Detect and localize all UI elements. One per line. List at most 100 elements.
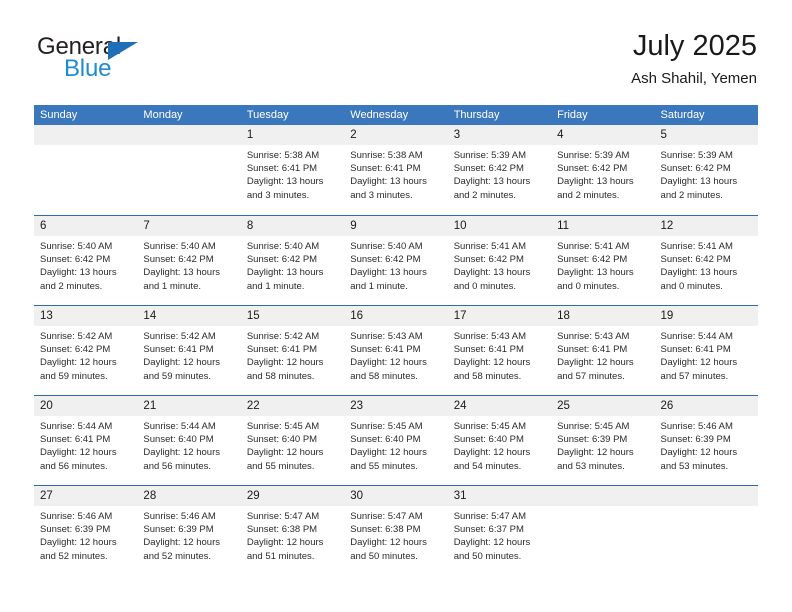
day-info-line: and 55 minutes.: [350, 460, 418, 472]
day-info-line: and 0 minutes.: [453, 280, 517, 292]
day-number: 24: [453, 400, 467, 412]
day-info-line: Daylight: 13 hours: [660, 267, 738, 279]
day-cell-2[interactable]: 2 Sunrise: 5:38 AM Sunset: 6:41 PM Daylight…: [344, 125, 448, 215]
day-cell-17[interactable]: 17 Sunrise: 5:43 AM Sunset: 6:41 PM Dayligh…: [447, 306, 552, 395]
day-cell-22[interactable]: 22 Sunrise: 5:45 AM Sunset: 6:40 PM Dayligh…: [240, 396, 345, 485]
day-info-line: Daylight: 12 hours: [143, 357, 220, 369]
day-info-line: Sunset: 6:40 PM: [246, 434, 318, 446]
day-sun-info: Sunrise: 5:43 AM Sunset: 6:41 PM Daylight:…: [448, 326, 551, 383]
day-info-line: and 2 minutes.: [557, 189, 620, 201]
day-cell-13[interactable]: 13 Sunrise: 5:42 AM Sunset: 6:42 PM Dayligh…: [34, 306, 138, 395]
day-cell-26[interactable]: 26 Sunrise: 5:46 AM Sunset: 6:39 PM Dayligh…: [654, 396, 758, 485]
day-sun-info: Sunrise: 5:43 AM Sunset: 6:41 PM Daylight:…: [344, 326, 447, 383]
day-info-line: and 1 minute.: [143, 280, 201, 292]
day-number: 8: [246, 220, 254, 232]
day-number-strip: 6: [34, 216, 138, 236]
day-info-line: Sunset: 6:42 PM: [453, 163, 524, 175]
day-info-line: and 57 minutes.: [660, 370, 729, 382]
day-info-line: Daylight: 13 hours: [246, 176, 324, 188]
calendar-week-row: 27 Sunrise: 5:46 AM Sunset: 6:39 PM Dayligh…: [34, 485, 758, 575]
day-info-line: Daylight: 12 hours: [453, 357, 531, 369]
day-number-strip: 9: [344, 216, 448, 236]
day-sun-info: Sunrise: 5:42 AM Sunset: 6:41 PM Daylight:…: [241, 326, 344, 383]
day-info-line: Sunrise: 5:41 AM: [557, 241, 630, 252]
day-info-line: Sunrise: 5:39 AM: [557, 150, 630, 161]
day-cell-18[interactable]: 18 Sunrise: 5:43 AM Sunset: 6:41 PM Dayligh…: [551, 306, 655, 395]
day-number-strip: 17: [447, 306, 552, 326]
day-cell-30[interactable]: 30 Sunrise: 5:47 AM Sunset: 6:38 PM Dayligh…: [344, 486, 448, 575]
day-info-line: Sunrise: 5:47 AM: [246, 511, 320, 522]
day-number: 19: [660, 310, 674, 322]
day-info-line: and 3 minutes.: [246, 189, 310, 201]
weekday-header-saturday: Saturday: [660, 109, 705, 121]
day-cell-23[interactable]: 23 Sunrise: 5:45 AM Sunset: 6:40 PM Dayligh…: [344, 396, 448, 485]
day-number: 29: [246, 490, 260, 502]
day-cell-16[interactable]: 16 Sunrise: 5:43 AM Sunset: 6:41 PM Dayligh…: [344, 306, 448, 395]
day-info-line: and 52 minutes.: [143, 550, 212, 562]
day-cell-14[interactable]: 14 Sunrise: 5:42 AM Sunset: 6:41 PM Dayligh…: [137, 306, 241, 395]
day-number: 28: [143, 490, 157, 502]
day-cell-4[interactable]: 4 Sunrise: 5:39 AM Sunset: 6:42 PM Daylight…: [551, 125, 655, 215]
day-info-line: and 58 minutes.: [246, 370, 315, 382]
day-info-line: and 0 minutes.: [557, 280, 620, 292]
day-info-line: and 59 minutes.: [40, 370, 108, 382]
day-cell-6[interactable]: 6 Sunrise: 5:40 AM Sunset: 6:42 PM Daylight…: [34, 216, 138, 305]
day-cell-9[interactable]: 9 Sunrise: 5:40 AM Sunset: 6:42 PM Daylight…: [344, 216, 448, 305]
day-number-strip: 30: [344, 486, 448, 506]
day-cell-19[interactable]: 19 Sunrise: 5:44 AM Sunset: 6:41 PM Dayligh…: [654, 306, 758, 395]
day-info-line: Daylight: 13 hours: [246, 267, 324, 279]
day-info-line: Daylight: 13 hours: [143, 267, 220, 279]
day-info-line: Sunset: 6:42 PM: [350, 254, 421, 266]
day-cell-28[interactable]: 28 Sunrise: 5:46 AM Sunset: 6:39 PM Dayligh…: [137, 486, 241, 575]
day-number: 26: [660, 400, 674, 412]
day-info-line: Sunrise: 5:41 AM: [660, 241, 733, 252]
day-number: 3: [453, 129, 461, 141]
day-info-line: Sunrise: 5:46 AM: [40, 511, 113, 522]
day-cell-29[interactable]: 29 Sunrise: 5:47 AM Sunset: 6:38 PM Dayligh…: [240, 486, 345, 575]
day-cell-20[interactable]: 20 Sunrise: 5:44 AM Sunset: 6:41 PM Dayligh…: [34, 396, 138, 485]
day-info-line: and 50 minutes.: [350, 550, 418, 562]
day-cell-21[interactable]: 21 Sunrise: 5:44 AM Sunset: 6:40 PM Dayligh…: [137, 396, 241, 485]
calendar-grid: Sunday Monday Tuesday Wednesday Thursday Frid…: [34, 105, 758, 575]
day-cell-8[interactable]: 8 Sunrise: 5:40 AM Sunset: 6:42 PM Daylight…: [240, 216, 345, 305]
day-info-line: Daylight: 12 hours: [40, 447, 117, 459]
day-sun-info: Sunrise: 5:40 AM Sunset: 6:42 PM Daylight:…: [241, 236, 344, 293]
day-info-line: Sunset: 6:41 PM: [40, 434, 111, 446]
day-info-line: Daylight: 12 hours: [143, 537, 220, 549]
day-cell-7[interactable]: 7 Sunrise: 5:40 AM Sunset: 6:42 PM Daylight…: [137, 216, 241, 305]
day-info-line: Daylight: 12 hours: [557, 447, 634, 459]
day-cell-10[interactable]: 10 Sunrise: 5:41 AM Sunset: 6:42 PM Dayligh…: [447, 216, 552, 305]
day-cell-31[interactable]: 31 Sunrise: 5:47 AM Sunset: 6:37 PM Dayligh…: [447, 486, 552, 575]
day-sun-info: Sunrise: 5:40 AM Sunset: 6:42 PM Daylight:…: [34, 236, 137, 293]
day-info-line: Sunset: 6:39 PM: [40, 524, 111, 536]
day-number-strip: 23: [344, 396, 448, 416]
day-info-line: and 59 minutes.: [143, 370, 212, 382]
day-info-line: Daylight: 13 hours: [453, 176, 531, 188]
day-info-line: Sunset: 6:40 PM: [350, 434, 421, 446]
day-info-line: Sunset: 6:41 PM: [660, 344, 731, 356]
weekday-header-wednesday: Wednesday: [350, 109, 409, 121]
weekday-header-thursday: Thursday: [453, 109, 500, 121]
weekday-header-sunday: Sunday: [40, 109, 78, 121]
day-info-line: and 51 minutes.: [246, 550, 315, 562]
day-cell-1[interactable]: 1 Sunrise: 5:38 AM Sunset: 6:41 PM Daylight…: [240, 125, 345, 215]
day-cell-27[interactable]: 27 Sunrise: 5:46 AM Sunset: 6:39 PM Dayligh…: [34, 486, 138, 575]
day-cell-24[interactable]: 24 Sunrise: 5:45 AM Sunset: 6:40 PM Dayligh…: [447, 396, 552, 485]
day-info-line: Sunrise: 5:40 AM: [350, 241, 423, 252]
day-sun-info: Sunrise: 5:44 AM Sunset: 6:40 PM Daylight:…: [137, 416, 240, 473]
day-cell-5[interactable]: 5 Sunrise: 5:39 AM Sunset: 6:42 PM Daylight…: [654, 125, 758, 215]
day-info-line: Sunset: 6:40 PM: [453, 434, 524, 446]
day-cell-empty: [654, 486, 758, 575]
day-number-strip: 27: [34, 486, 138, 506]
day-info-line: Sunrise: 5:47 AM: [453, 511, 527, 522]
day-info-line: and 2 minutes.: [660, 189, 723, 201]
day-number-strip: 5: [654, 125, 758, 145]
day-sun-info: Sunrise: 5:46 AM Sunset: 6:39 PM Daylight:…: [655, 416, 758, 473]
day-info-line: Sunset: 6:42 PM: [143, 254, 214, 266]
day-cell-11[interactable]: 11 Sunrise: 5:41 AM Sunset: 6:42 PM Dayligh…: [551, 216, 655, 305]
day-cell-25[interactable]: 25 Sunrise: 5:45 AM Sunset: 6:39 PM Dayligh…: [551, 396, 655, 485]
day-cell-3[interactable]: 3 Sunrise: 5:39 AM Sunset: 6:42 PM Daylight…: [447, 125, 552, 215]
day-cell-12[interactable]: 12 Sunrise: 5:41 AM Sunset: 6:42 PM Dayligh…: [654, 216, 758, 305]
day-cell-15[interactable]: 15 Sunrise: 5:42 AM Sunset: 6:41 PM Dayligh…: [240, 306, 345, 395]
day-number: 21: [143, 400, 157, 412]
